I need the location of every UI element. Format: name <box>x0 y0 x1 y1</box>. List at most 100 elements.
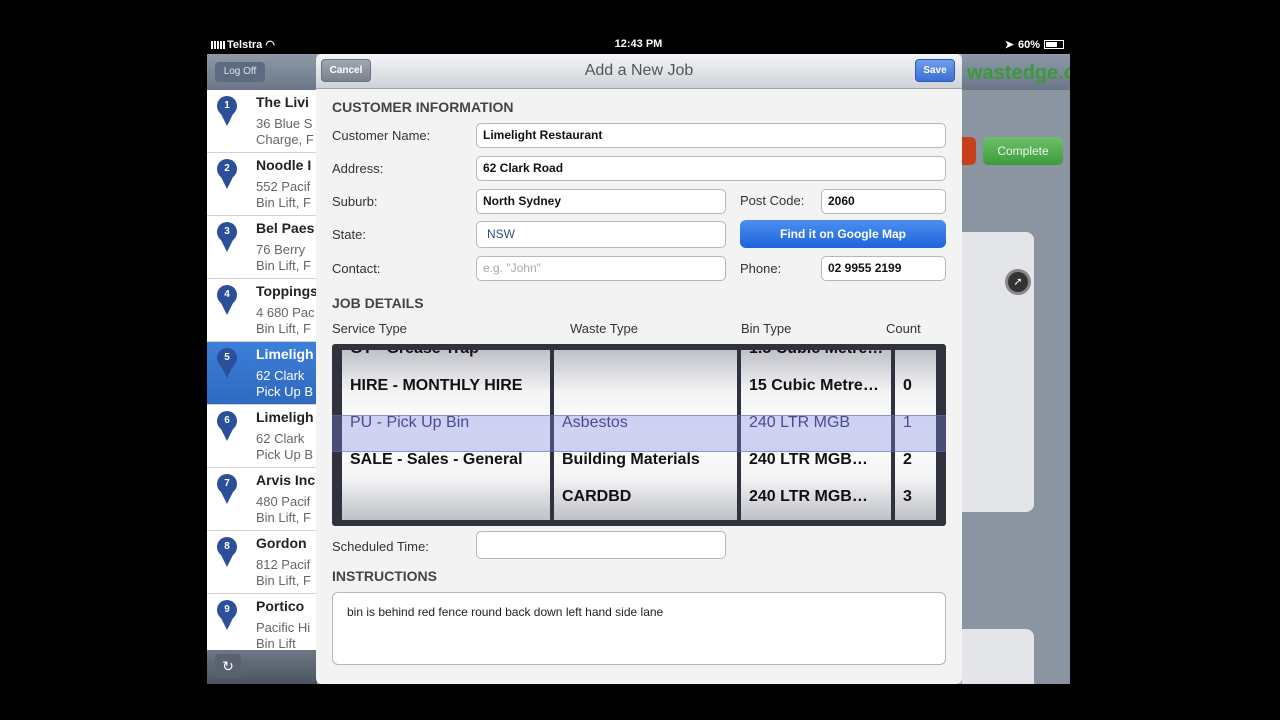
list-nav-bar: Log Off <box>207 54 317 90</box>
job-details: Pacific Hi Bin Lift <box>256 620 311 651</box>
contact-label: Contact: <box>332 261 381 276</box>
picker-option[interactable]: Building Materials <box>554 441 737 478</box>
map-pin-icon: 6 <box>217 411 237 441</box>
refresh-icon[interactable]: ↻ <box>215 654 241 678</box>
picker-option[interactable]: 240 LTR MGB <box>741 404 891 441</box>
picker-option[interactable]: SALE - Sales - General <box>342 441 550 478</box>
picker-option[interactable] <box>342 478 550 515</box>
red-action-button[interactable] <box>962 137 976 165</box>
job-title: Portico <box>256 598 305 614</box>
picker-option[interactable]: 240 LTR MGB… <box>741 441 891 478</box>
job-details: 480 Pacif Bin Lift, F <box>256 494 311 525</box>
save-button[interactable]: Save <box>915 59 955 82</box>
picker-option[interactable]: 0 <box>895 367 936 404</box>
job-type-picker[interactable]: GT - Grease TrapHIRE - MONTHLY HIREPU - … <box>332 344 946 526</box>
job-list-item[interactable]: 3 Bel Paes 76 Berry Bin Lift, F <box>207 216 317 279</box>
column-count: Count <box>886 321 921 336</box>
job-title: Limeligh <box>256 409 314 425</box>
instructions-section-heading: INSTRUCTIONS <box>332 568 437 584</box>
scheduled-time-label: Scheduled Time: <box>332 539 429 554</box>
address-label: Address: <box>332 161 384 176</box>
job-list: 1 The Livi 36 Blue S Charge, F 2 Noodle I 552 … <box>207 90 317 657</box>
location-arrow-icon: ➤ <box>1004 39 1014 51</box>
phone-field[interactable]: 02 9955 2199 <box>821 256 946 281</box>
contact-field[interactable]: e.g. "John" <box>476 256 726 281</box>
picker-option[interactable]: GT - Grease Trap <box>342 350 550 367</box>
job-list-item[interactable]: 1 The Livi 36 Blue S Charge, F <box>207 90 317 153</box>
job-title: Toppings <box>256 283 317 299</box>
picker-option[interactable] <box>554 367 737 404</box>
job-list-item[interactable]: 6 Limeligh 62 Clark Pick Up B <box>207 405 317 468</box>
picker-option[interactable] <box>895 350 936 367</box>
job-details: 4 680 Pac Bin Lift, F <box>256 305 315 336</box>
job-title: Arvis Inc <box>256 472 316 488</box>
phone-label: Phone: <box>740 261 782 276</box>
picker-option[interactable]: 3 <box>895 478 936 515</box>
status-bar: Telstra ◠ 12:43 PM ➤ 60% <box>207 36 1070 54</box>
google-map-button[interactable]: Find it on Google Map <box>740 220 946 248</box>
map-pin-icon: 9 <box>217 600 237 630</box>
customer-section-heading: CUSTOMER INFORMATION <box>332 99 514 115</box>
column-bin-type: Bin Type <box>741 321 792 336</box>
count-wheel[interactable]: 0123 <box>895 350 936 520</box>
job-section-heading: JOB DETAILS <box>332 295 424 311</box>
customer-name-label: Customer Name: <box>332 128 431 143</box>
picker-option[interactable]: 1 <box>895 404 936 441</box>
job-details: 552 Pacif Bin Lift, F <box>256 179 311 210</box>
job-title: Limeligh <box>256 346 314 362</box>
map-pin-icon: 5 <box>217 348 237 378</box>
instructions-field[interactable]: bin is behind red fence round back down … <box>332 592 946 665</box>
list-toolbar: ↻ <box>207 650 317 684</box>
map-pin-icon: 3 <box>217 222 237 252</box>
job-details: 62 Clark Pick Up B <box>256 431 314 462</box>
waste-type-wheel[interactable]: Asbestos Building Materials CARDBD <box>554 350 737 520</box>
battery-icon <box>1044 40 1064 49</box>
map-pin-icon: 1 <box>217 96 237 126</box>
job-list-item[interactable]: 8 Gordon 812 Pacif Bin Lift, F <box>207 531 317 594</box>
picker-option[interactable]: 1.5 Cubic Metre… <box>741 350 891 367</box>
map-pin-icon: 2 <box>217 159 237 189</box>
battery: ➤ 60% <box>1005 38 1064 51</box>
state-field[interactable]: NSW <box>476 221 726 248</box>
service-type-wheel[interactable]: GT - Grease TrapHIRE - MONTHLY HIREPU - … <box>342 350 550 520</box>
map-pin-icon: 7 <box>217 474 237 504</box>
scheduled-time-field[interactable] <box>476 531 726 559</box>
picker-option[interactable] <box>554 350 737 367</box>
picker-option[interactable]: 240 LTR MGB… <box>741 478 891 515</box>
address-field[interactable]: 62 Clark Road <box>476 156 946 181</box>
bin-type-wheel[interactable]: 1.5 Cubic Metre…15 Cubic Metre…240 LTR M… <box>741 350 891 520</box>
picker-option[interactable]: PU - Pick Up Bin <box>342 404 550 441</box>
picker-option[interactable]: Asbestos <box>554 404 737 441</box>
suburb-label: Suburb: <box>332 194 378 209</box>
job-list-item[interactable]: 4 Toppings 4 680 Pac Bin Lift, F <box>207 279 317 342</box>
map-pin-icon: 4 <box>217 285 237 315</box>
job-title: Bel Paes <box>256 220 315 236</box>
clock: 12:43 PM <box>614 38 663 50</box>
compass-icon[interactable]: ➚ <box>1005 269 1031 295</box>
add-job-modal: Cancel Add a New Job Save CUSTOMER INFOR… <box>316 54 962 684</box>
state-label: State: <box>332 227 366 242</box>
picker-option[interactable]: 15 Cubic Metre… <box>741 367 891 404</box>
job-list-item[interactable]: 5 Limeligh 62 Clark Pick Up B <box>207 342 317 405</box>
job-title: The Livi <box>256 94 309 110</box>
picker-option[interactable]: CARDBD <box>554 478 737 515</box>
job-details: 76 Berry Bin Lift, F <box>256 242 311 273</box>
column-service-type: Service Type <box>332 321 407 336</box>
job-details: 812 Pacif Bin Lift, F <box>256 557 311 588</box>
brand-logo: wastedge.com <box>967 62 1070 84</box>
postcode-field[interactable]: 2060 <box>821 189 946 214</box>
customer-name-field[interactable]: Limelight Restaurant <box>476 123 946 148</box>
postcode-label: Post Code: <box>740 193 805 208</box>
picker-option[interactable]: 2 <box>895 441 936 478</box>
complete-button[interactable]: Complete <box>983 137 1063 165</box>
suburb-field[interactable]: North Sydney <box>476 189 726 214</box>
picker-option[interactable]: HIRE - MONTHLY HIRE <box>342 367 550 404</box>
detail-card-bottom <box>962 629 1034 684</box>
column-waste-type: Waste Type <box>570 321 638 336</box>
job-title: Gordon <box>256 535 307 551</box>
job-list-item[interactable]: 2 Noodle I 552 Pacif Bin Lift, F <box>207 153 317 216</box>
modal-title: Add a New Job <box>584 62 694 79</box>
job-list-item[interactable]: 7 Arvis Inc 480 Pacif Bin Lift, F <box>207 468 317 531</box>
logoff-button[interactable]: Log Off <box>215 62 265 82</box>
job-list-item[interactable]: 9 Portico Pacific Hi Bin Lift <box>207 594 317 657</box>
